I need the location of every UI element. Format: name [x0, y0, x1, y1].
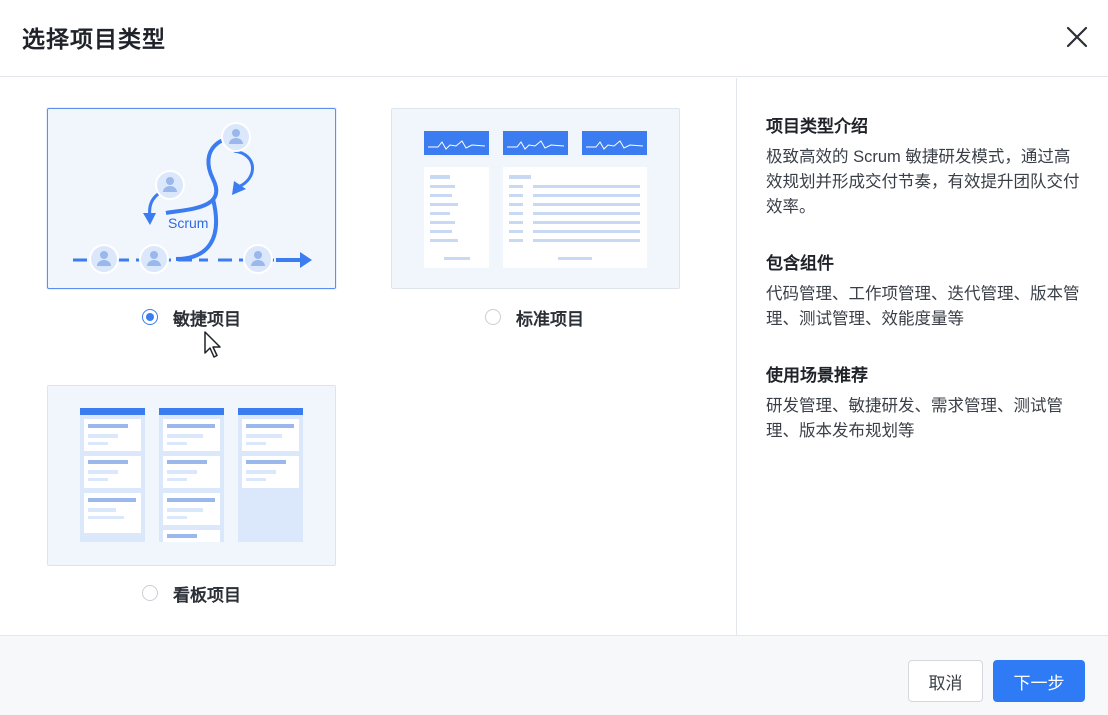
- dialog-header: 选择项目类型: [0, 0, 1108, 77]
- close-icon[interactable]: [1060, 20, 1094, 54]
- scenario-section: 使用场景推荐 研发管理、敏捷研发、需求管理、测试管理、版本发布规划等: [766, 361, 1086, 444]
- intro-section: 项目类型介绍 极致高效的 Scrum 敏捷研发模式，通过高效规划并形成交付节奏，…: [766, 112, 1086, 220]
- scenario-text: 研发管理、敏捷研发、需求管理、测试管理、版本发布规划等: [766, 397, 1063, 440]
- standard-project-card[interactable]: [391, 108, 680, 289]
- next-step-button[interactable]: 下一步: [993, 660, 1085, 702]
- intro-text: 极致高效的 Scrum 敏捷研发模式，通过高效规划并形成交付节奏，有效提升团队交…: [766, 148, 1080, 216]
- components-section: 包含组件 代码管理、工作项管理、迭代管理、版本管理、测试管理、效能度量等: [766, 249, 1086, 332]
- dialog-title: 选择项目类型: [22, 26, 166, 52]
- cancel-button[interactable]: 取消: [908, 660, 983, 702]
- standard-project-radio[interactable]: [485, 309, 501, 325]
- scrum-cycle-illustration: Scrum: [73, 122, 312, 274]
- kanban-project-option[interactable]: 看板项目: [142, 581, 241, 605]
- mouse-pointer-icon: [203, 331, 225, 364]
- kanban-board-illustration: [80, 408, 303, 542]
- components-text: 代码管理、工作项管理、迭代管理、版本管理、测试管理、效能度量等: [766, 285, 1080, 328]
- kanban-project-card[interactable]: [47, 385, 336, 566]
- agile-project-option[interactable]: 敏捷项目: [142, 305, 241, 329]
- scenario-title: 使用场景推荐: [766, 366, 868, 385]
- kanban-project-radio[interactable]: [142, 585, 158, 601]
- agile-project-card[interactable]: Scrum: [47, 108, 336, 289]
- standard-project-option[interactable]: 标准项目: [485, 305, 584, 329]
- panel-divider: [736, 78, 737, 635]
- standard-project-label: 标准项目: [516, 309, 584, 329]
- scrum-label: Scrum: [168, 215, 208, 231]
- project-type-panel: Scrum 敏捷项目 标准项目 看板项目: [0, 78, 736, 635]
- kanban-project-label: 看板项目: [173, 585, 241, 605]
- standard-dashboard-illustration: [424, 131, 647, 268]
- agile-project-label: 敏捷项目: [173, 309, 241, 329]
- agile-project-radio[interactable]: [142, 309, 158, 325]
- components-title: 包含组件: [766, 254, 834, 273]
- intro-title: 项目类型介绍: [766, 117, 868, 136]
